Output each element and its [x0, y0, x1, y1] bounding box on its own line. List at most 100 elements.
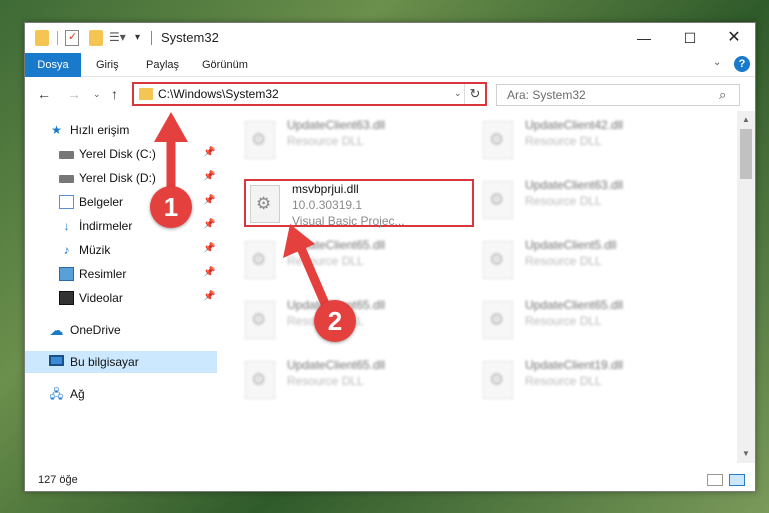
help-icon[interactable]: ?: [734, 56, 750, 72]
videos-icon: [59, 291, 74, 305]
vertical-scrollbar[interactable]: ▲ ▼: [737, 111, 755, 463]
forward-arrow-icon[interactable]: →: [67, 86, 81, 102]
search-box[interactable]: ⌕: [496, 84, 740, 106]
dll-file-icon: [483, 301, 513, 339]
file-description: Resource DLL: [525, 314, 602, 328]
address-bar[interactable]: C:\Windows\System32 ⌄ ↻: [132, 82, 487, 106]
address-dropdown-icon[interactable]: ⌄: [454, 88, 462, 99]
music-icon: ♪: [63, 243, 70, 257]
sidebar-item-music[interactable]: ♪ Müzik 📌: [25, 239, 217, 261]
dll-file-icon: [250, 185, 280, 223]
customize-toolbar-icon[interactable]: ▾: [135, 32, 145, 48]
drive-icon: [59, 175, 74, 183]
pin-icon[interactable]: 📌: [203, 147, 215, 158]
pin-icon[interactable]: 📌: [203, 267, 215, 278]
pin-icon[interactable]: 📌: [203, 171, 215, 182]
file-item[interactable]: UpdateClient19.dll Resource DLL: [479, 357, 709, 405]
folder-icon[interactable]: [35, 30, 49, 46]
close-button[interactable]: ✕: [711, 23, 757, 53]
pin-icon[interactable]: 📌: [203, 195, 215, 206]
file-name: UpdateClient19.dll: [525, 358, 624, 372]
file-name: msvbprjui.dll: [292, 182, 359, 196]
up-arrow-icon[interactable]: ↑: [111, 86, 118, 102]
expand-ribbon-icon[interactable]: ⌄: [713, 57, 721, 68]
file-description: Resource DLL: [287, 254, 364, 268]
tab-file[interactable]: Dosya: [25, 53, 81, 77]
file-description: Resource DLL: [525, 374, 602, 388]
title-divider: [151, 31, 152, 45]
this-pc-icon: [49, 355, 64, 366]
file-description: Resource DLL: [287, 134, 364, 148]
file-list: UpdateClient63.dll Resource DLL msvbprju…: [217, 111, 741, 463]
drive-icon: [59, 151, 74, 159]
file-item[interactable]: UpdateClient42.dll Resource DLL: [479, 117, 709, 165]
address-path[interactable]: C:\Windows\System32: [158, 87, 279, 101]
sidebar-item-label: İndirmeler: [79, 219, 133, 233]
dll-file-icon: [483, 121, 513, 159]
scroll-up-icon[interactable]: ▲: [742, 115, 750, 124]
file-description: Visual Basic Projec...: [292, 214, 405, 228]
dll-file-icon: [483, 361, 513, 399]
minimize-button[interactable]: —: [621, 23, 667, 53]
file-version: 10.0.30319.1: [292, 198, 363, 212]
step-1-badge: 1: [150, 186, 192, 228]
navigation-pane: ★ Hızlı erişim Yerel Disk (C:) 📌 Yerel D…: [25, 111, 217, 463]
navigation-bar: ← → ⌄ ↑ C:\Windows\System32 ⌄ ↻ ⌕: [25, 77, 755, 111]
details-view-icon[interactable]: [707, 474, 723, 486]
file-name: UpdateClient65.dll: [287, 238, 386, 252]
file-item[interactable]: UpdateClient63.dll Resource DLL: [479, 177, 709, 225]
item-count: 127 öğe: [38, 474, 78, 486]
file-explorer-window: ☰▾ ▾ System32 — ☐ ✕ Dosya Giriş Paylaş G…: [24, 22, 756, 492]
sidebar-item-label: OneDrive: [70, 323, 121, 337]
refresh-icon[interactable]: ↻: [464, 84, 485, 104]
search-icon[interactable]: ⌕: [719, 87, 726, 103]
new-folder-icon[interactable]: [89, 30, 103, 46]
onedrive-icon: ☁: [49, 322, 64, 338]
sidebar-item-videos[interactable]: Videolar 📌: [25, 287, 217, 309]
sidebar-item-onedrive[interactable]: ☁ OneDrive: [25, 319, 217, 341]
sidebar-item-this-pc[interactable]: Bu bilgisayar: [25, 351, 217, 373]
file-description: Resource DLL: [525, 134, 602, 148]
title-bar: ☰▾ ▾ System32 — ☐ ✕: [25, 23, 755, 53]
sidebar-item-label: Videolar: [79, 291, 123, 305]
pin-icon[interactable]: 📌: [203, 291, 215, 302]
search-input[interactable]: [497, 85, 712, 105]
file-name: UpdateClient42.dll: [525, 118, 624, 132]
sidebar-item-label: Bu bilgisayar: [70, 355, 139, 369]
sidebar-item-network[interactable]: 🖧 Ağ: [25, 383, 217, 405]
sidebar-item-quick-access[interactable]: ★ Hızlı erişim: [25, 119, 217, 141]
file-name: UpdateClient5.dll: [525, 238, 617, 252]
tab-share[interactable]: Paylaş: [146, 53, 179, 77]
sidebar-item-local-disk-c[interactable]: Yerel Disk (C:) 📌: [25, 143, 217, 165]
file-description: Resource DLL: [525, 194, 602, 208]
scrollbar-thumb[interactable]: [740, 129, 752, 179]
file-item[interactable]: UpdateClient65.dll Resource DLL: [479, 297, 709, 345]
pin-icon[interactable]: 📌: [203, 243, 215, 254]
scroll-down-icon[interactable]: ▼: [742, 449, 750, 458]
recent-locations-icon[interactable]: ⌄: [93, 89, 101, 100]
sidebar-item-label: Yerel Disk (D:): [79, 171, 156, 185]
file-item[interactable]: UpdateClient65.dll Resource DLL: [241, 357, 471, 405]
sidebar-item-label: Belgeler: [79, 195, 124, 209]
tab-view[interactable]: Görünüm: [202, 53, 248, 77]
tab-home[interactable]: Giriş: [96, 53, 119, 77]
file-item[interactable]: UpdateClient65.dll Resource DLL: [241, 297, 471, 345]
download-icon: ↓: [63, 219, 70, 233]
tiles-view-icon[interactable]: [729, 474, 745, 486]
pictures-icon: [59, 267, 74, 281]
view-options-icon[interactable]: ☰▾: [109, 30, 129, 46]
maximize-button[interactable]: ☐: [667, 23, 713, 53]
sidebar-item-label: Hızlı erişim: [70, 123, 130, 137]
file-item-msvbprjui[interactable]: msvbprjui.dll 10.0.30319.1 Visual Basic …: [244, 179, 474, 228]
properties-icon[interactable]: [65, 30, 79, 46]
back-arrow-icon[interactable]: ←: [37, 86, 51, 102]
file-name: UpdateClient65.dll: [287, 358, 386, 372]
file-item[interactable]: UpdateClient63.dll Resource DLL: [241, 117, 471, 165]
sidebar-item-local-disk-d[interactable]: Yerel Disk (D:) 📌: [25, 167, 217, 189]
file-name: UpdateClient63.dll: [287, 118, 386, 132]
sidebar-item-pictures[interactable]: Resimler 📌: [25, 263, 217, 285]
file-item[interactable]: UpdateClient5.dll Resource DLL: [479, 237, 709, 285]
file-item[interactable]: UpdateClient65.dll Resource DLL: [241, 237, 471, 285]
dll-file-icon: [245, 241, 275, 279]
pin-icon[interactable]: 📌: [203, 219, 215, 230]
